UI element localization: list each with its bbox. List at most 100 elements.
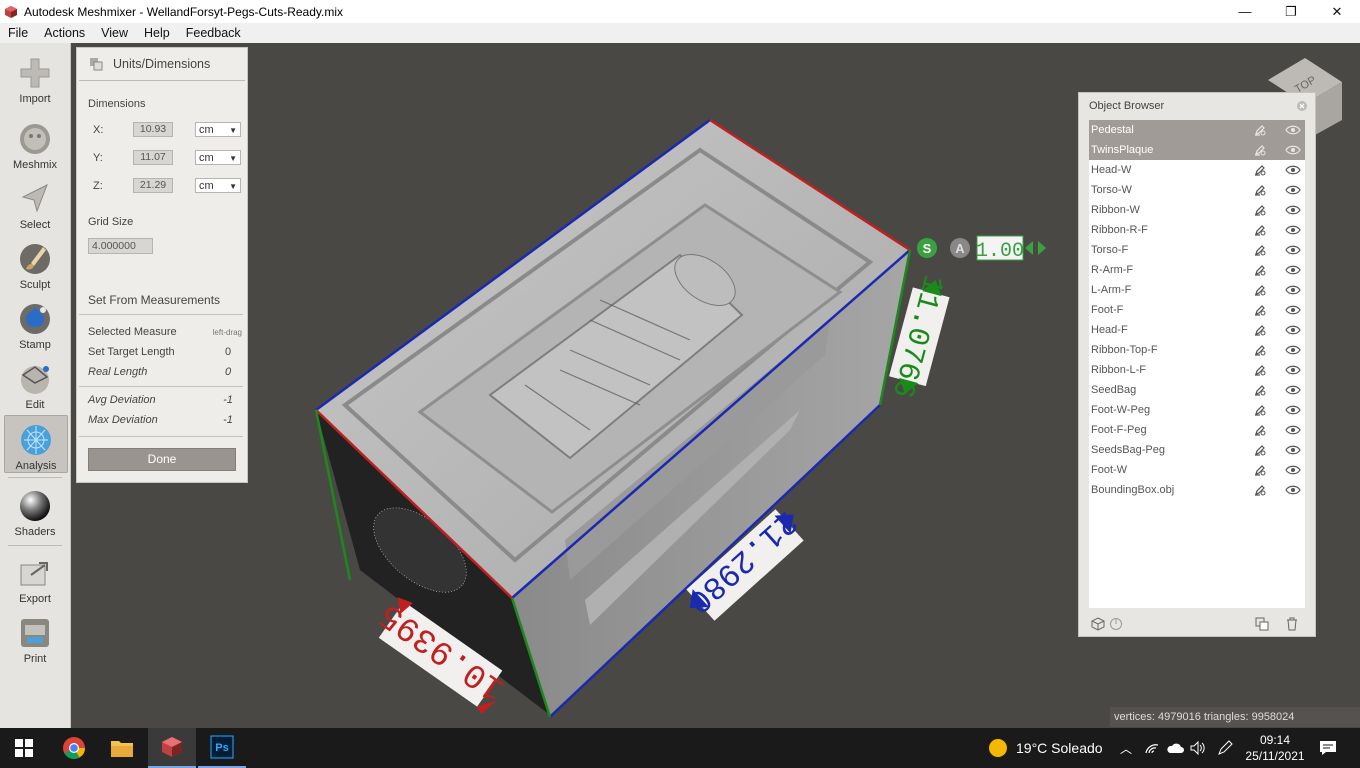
object-row[interactable]: Ribbon-L-F	[1089, 360, 1305, 380]
network-icon[interactable]	[1142, 728, 1162, 768]
weather-sun-icon[interactable]	[984, 728, 1012, 768]
onedrive-icon[interactable]	[1164, 728, 1186, 768]
visibility-eye-icon[interactable]	[1285, 484, 1301, 496]
duplicate-icon[interactable]	[1255, 617, 1269, 631]
start-button[interactable]	[0, 728, 48, 768]
trash-icon[interactable]	[1285, 617, 1299, 631]
chevron-up-icon[interactable]: ︿	[1116, 728, 1136, 768]
taskbar-chrome[interactable]	[50, 728, 98, 768]
edit-object-icon[interactable]	[1253, 123, 1267, 137]
visibility-eye-icon[interactable]	[1285, 444, 1301, 456]
edit-object-icon[interactable]	[1253, 343, 1267, 357]
visibility-eye-icon[interactable]	[1285, 224, 1301, 236]
object-row[interactable]: Pedestal	[1089, 120, 1305, 140]
taskbar-file-explorer[interactable]	[98, 728, 146, 768]
edit-object-icon[interactable]	[1253, 163, 1267, 177]
taskbar-meshmixer[interactable]	[148, 728, 196, 768]
object-row[interactable]: SeedsBag-Peg	[1089, 440, 1305, 460]
edit-object-icon[interactable]	[1253, 363, 1267, 377]
close-button[interactable]: ✕	[1314, 0, 1360, 23]
visibility-eye-icon[interactable]	[1285, 204, 1301, 216]
tool-shaders[interactable]: Shaders	[4, 482, 66, 538]
visibility-eye-icon[interactable]	[1285, 124, 1301, 136]
menu-help[interactable]: Help	[136, 26, 178, 40]
dimension-x-unit-select[interactable]: cm ▼	[195, 122, 241, 137]
visibility-eye-icon[interactable]	[1285, 264, 1301, 276]
target-length-input[interactable]: 0	[214, 346, 242, 358]
scale-value[interactable]: 1.00	[976, 240, 1024, 263]
edit-object-icon[interactable]	[1253, 243, 1267, 257]
menu-view[interactable]: View	[93, 26, 136, 40]
maximize-button[interactable]: ❐	[1268, 0, 1314, 23]
tool-export[interactable]: Export	[4, 549, 66, 605]
dimension-x-input[interactable]: 10.93	[133, 122, 173, 137]
visibility-eye-icon[interactable]	[1285, 164, 1301, 176]
tool-sculpt[interactable]: Sculpt	[4, 235, 66, 291]
object-row[interactable]: Foot-W-Peg	[1089, 400, 1305, 420]
edit-object-icon[interactable]	[1253, 223, 1267, 237]
edit-object-icon[interactable]	[1253, 463, 1267, 477]
object-row[interactable]: Torso-F	[1089, 240, 1305, 260]
tool-print[interactable]: Print	[4, 609, 66, 665]
object-row[interactable]: Foot-F-Peg	[1089, 420, 1305, 440]
tool-edit[interactable]: Edit	[4, 355, 66, 411]
visibility-eye-icon[interactable]	[1285, 184, 1301, 196]
object-row[interactable]: BoundingBox.obj	[1089, 480, 1305, 500]
edit-object-icon[interactable]	[1253, 263, 1267, 277]
dimension-z-input[interactable]: 21.29	[133, 178, 173, 193]
visibility-eye-icon[interactable]	[1285, 384, 1301, 396]
tool-select[interactable]: Select	[4, 175, 66, 231]
dimension-y-input[interactable]: 11.07	[133, 150, 173, 165]
object-row[interactable]: Torso-W	[1089, 180, 1305, 200]
tool-stamp[interactable]: Stamp	[4, 295, 66, 351]
tool-import[interactable]: Import	[4, 49, 66, 105]
scale-increase-icon[interactable]	[1038, 241, 1046, 255]
menu-feedback[interactable]: Feedback	[178, 26, 249, 40]
visibility-eye-icon[interactable]	[1285, 364, 1301, 376]
done-button[interactable]: Done	[88, 448, 236, 471]
taskbar-photoshop[interactable]: Ps	[198, 728, 246, 768]
edit-object-icon[interactable]	[1253, 303, 1267, 317]
edit-object-icon[interactable]	[1253, 383, 1267, 397]
edit-object-icon[interactable]	[1253, 483, 1267, 497]
visibility-eye-icon[interactable]	[1285, 304, 1301, 316]
dimension-z-unit-select[interactable]: cm ▼	[195, 178, 241, 193]
volume-icon[interactable]	[1188, 728, 1208, 768]
visibility-eye-icon[interactable]	[1285, 144, 1301, 156]
edit-object-icon[interactable]	[1253, 423, 1267, 437]
edit-object-icon[interactable]	[1253, 203, 1267, 217]
edit-object-icon[interactable]	[1253, 323, 1267, 337]
scale-widget[interactable]: S A 1.00	[917, 235, 1046, 263]
object-row[interactable]: Ribbon-W	[1089, 200, 1305, 220]
edit-object-icon[interactable]	[1253, 443, 1267, 457]
edit-object-icon[interactable]	[1253, 143, 1267, 157]
visibility-eye-icon[interactable]	[1285, 464, 1301, 476]
visibility-eye-icon[interactable]	[1285, 424, 1301, 436]
scale-decrease-icon[interactable]	[1025, 241, 1033, 255]
tool-meshmix[interactable]: Meshmix	[4, 115, 66, 171]
visibility-eye-icon[interactable]	[1285, 244, 1301, 256]
visibility-eye-icon[interactable]	[1285, 324, 1301, 336]
object-row[interactable]: Ribbon-R-F	[1089, 220, 1305, 240]
object-row[interactable]: R-Arm-F	[1089, 260, 1305, 280]
pen-icon[interactable]	[1214, 728, 1236, 768]
visibility-eye-icon[interactable]	[1285, 344, 1301, 356]
pie-icon[interactable]	[1109, 617, 1123, 631]
close-icon[interactable]	[1297, 100, 1307, 111]
edit-object-icon[interactable]	[1253, 403, 1267, 417]
notifications-icon[interactable]	[1310, 728, 1346, 768]
visibility-eye-icon[interactable]	[1285, 284, 1301, 296]
edit-object-icon[interactable]	[1253, 283, 1267, 297]
clock[interactable]: 09:14 25/11/2021	[1240, 728, 1310, 768]
dimension-y-unit-select[interactable]: cm ▼	[195, 150, 241, 165]
cube-icon[interactable]	[1091, 617, 1105, 631]
object-row[interactable]: Foot-F	[1089, 300, 1305, 320]
object-row[interactable]: Ribbon-Top-F	[1089, 340, 1305, 360]
panel-collapse-icon[interactable]	[89, 57, 103, 71]
object-row[interactable]: TwinsPlaque	[1089, 140, 1305, 160]
menu-actions[interactable]: Actions	[36, 26, 93, 40]
object-row[interactable]: L-Arm-F	[1089, 280, 1305, 300]
minimize-button[interactable]: —	[1222, 0, 1268, 23]
object-row[interactable]: Foot-W	[1089, 460, 1305, 480]
weather-text[interactable]: 19°C Soleado	[1016, 728, 1108, 768]
